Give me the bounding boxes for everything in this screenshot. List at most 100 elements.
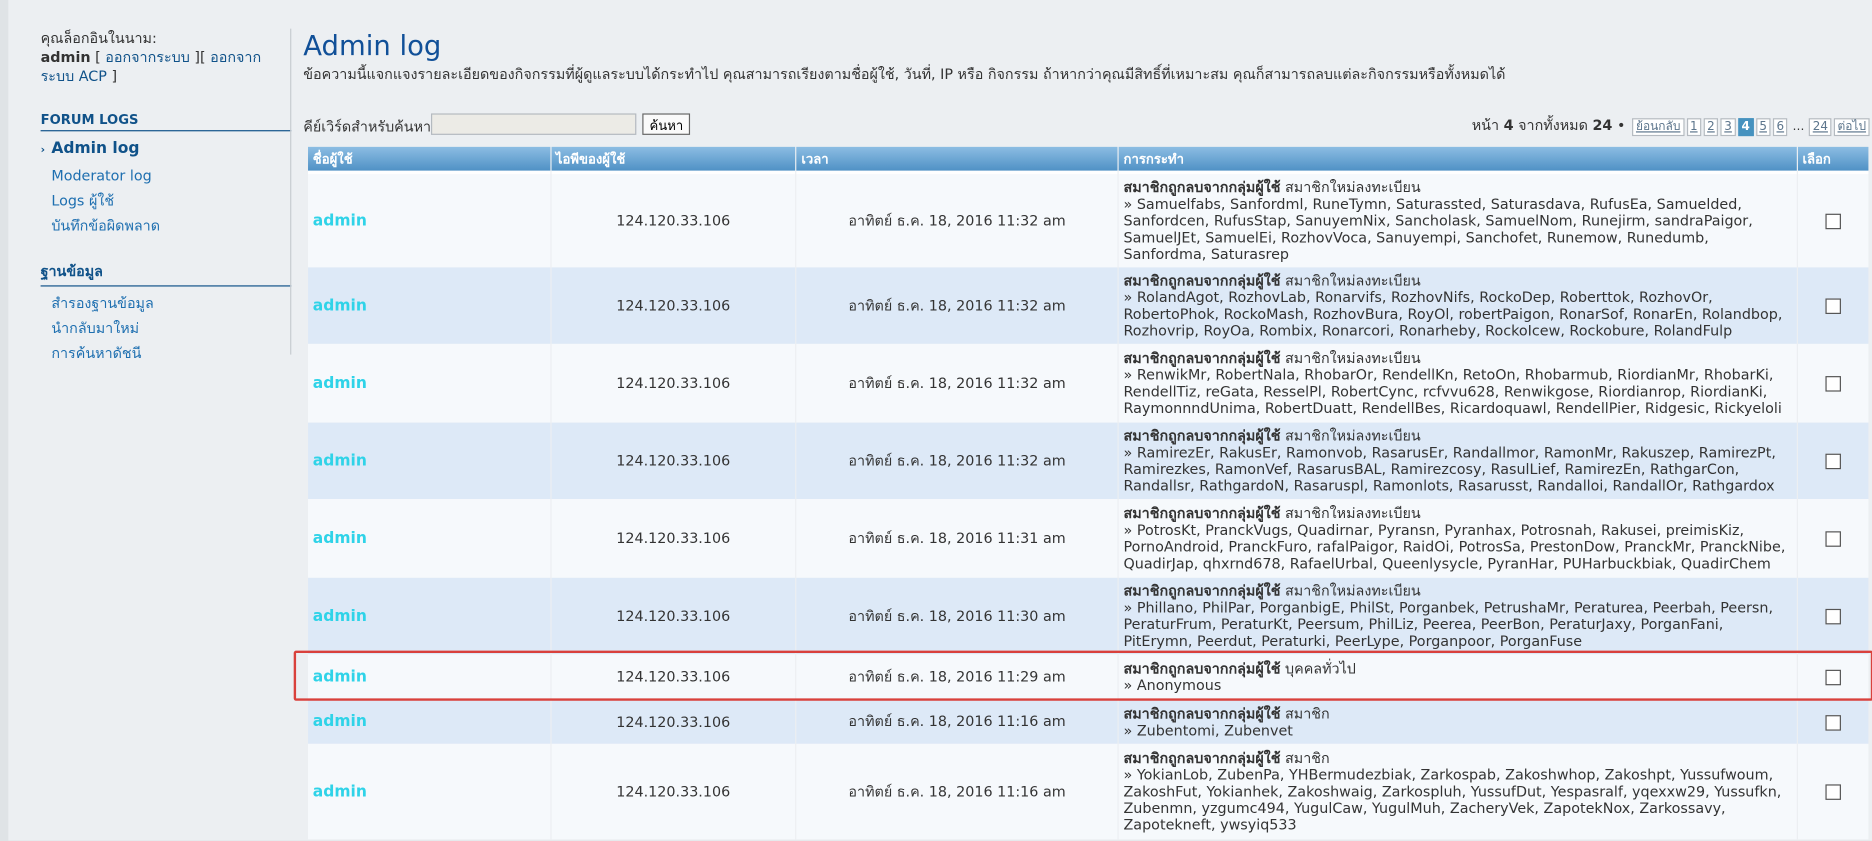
login-info: คุณล็อกอินในนาม: admin [ ออกจากระบบ ][ อ…	[41, 29, 292, 86]
table-row: admin 124.120.33.106 อาทิตย์ ธ.ค. 18, 20…	[308, 499, 1869, 578]
row-action: สมาชิกถูกลบจากกลุ่มผู้ใช้ สมาชิกใหม่ลงทะ…	[1118, 267, 1797, 344]
row-checkbox[interactable]	[1825, 714, 1841, 731]
log-rows: admin 124.120.33.106 อาทิตย์ ธ.ค. 18, 20…	[308, 174, 1869, 840]
row-time: อาทิตย์ ธ.ค. 18, 2016 11:32 am	[796, 343, 1118, 423]
sidebar-item-restore[interactable]: นำกลับมาใหม่	[41, 316, 292, 341]
row-action: สมาชิกถูกลบจากกลุ่มผู้ใช้ บุคคลทั่วไป » …	[1118, 654, 1797, 700]
logout-link[interactable]: ออกจากระบบ	[105, 49, 190, 66]
table-row: admin 124.120.33.106 อาทิตย์ ธ.ค. 18, 20…	[308, 422, 1869, 500]
row-checkbox[interactable]	[1825, 376, 1841, 392]
sidebar-item-backup[interactable]: สำรองฐานข้อมูล	[41, 291, 292, 316]
row-username[interactable]: admin	[308, 499, 550, 578]
row-checkbox[interactable]	[1825, 669, 1841, 686]
row-username[interactable]: admin	[308, 343, 550, 423]
sidebar-item-search-index[interactable]: การค้นหาดัชนี	[41, 341, 292, 366]
row-select	[1797, 422, 1869, 500]
table-row: admin 124.120.33.106 อาทิตย์ ธ.ค. 18, 20…	[308, 699, 1869, 744]
row-ip: 124.120.33.106	[551, 174, 796, 268]
chevron-right-icon: ›	[40, 144, 46, 157]
pagination-of: จากทั้งหมด	[1518, 117, 1588, 134]
pagination-next[interactable]: ต่อไป	[1833, 118, 1870, 137]
row-action-title: สมาชิกถูกลบจากกลุ่มผู้ใช้	[1123, 749, 1281, 767]
row-ip: 124.120.33.106	[551, 743, 796, 840]
row-username[interactable]: admin	[308, 267, 550, 344]
table-row: admin 124.120.33.106 อาทิตย์ ธ.ค. 18, 20…	[308, 343, 1869, 423]
table-row: admin 124.120.33.106 อาทิตย์ ธ.ค. 18, 20…	[308, 743, 1869, 840]
row-select	[1797, 343, 1869, 423]
row-checkbox[interactable]	[1825, 453, 1841, 470]
row-time: อาทิตย์ ธ.ค. 18, 2016 11:32 am	[796, 267, 1118, 344]
column-header-username[interactable]: ชื่อผู้ใช้	[308, 146, 550, 175]
row-action-title: สมาชิกถูกลบจากกลุ่มผู้ใช้	[1123, 660, 1281, 677]
search-input[interactable]	[430, 113, 637, 135]
row-ip: 124.120.33.106	[551, 499, 796, 578]
pagination-page-6[interactable]: 6	[1772, 118, 1788, 137]
sidebar-item-moderator-log[interactable]: Moderator log	[41, 164, 292, 189]
row-checkbox[interactable]	[1825, 608, 1841, 625]
menu-forum-logs: FORUM LOGS › Admin log Moderator log Logs…	[40, 112, 292, 239]
row-action-group: สมาชิกใหม่ลงทะเบียน	[1285, 179, 1421, 196]
row-action: สมาชิกถูกลบจากกลุ่มผู้ใช้ สมาชิก » Zuben…	[1118, 699, 1797, 744]
stage: คุณล็อกอินในนาม: admin [ ออกจากระบบ ][ อ…	[0, 0, 1872, 841]
row-select	[1797, 743, 1869, 840]
pagination-ellipsis: …	[1792, 120, 1805, 134]
pagination-page-3[interactable]: 3	[1720, 118, 1736, 137]
row-action-detail: » RenwikMr, RobertNala, RhobarOr, Rendel…	[1123, 366, 1782, 417]
search-label: คีย์เวิร์ดสำหรับค้นหา:	[303, 118, 436, 135]
row-action-title: สมาชิกถูกลบจากกลุ่มผู้ใช้	[1123, 179, 1281, 196]
row-action-group: สมาชิกใหม่ลงทะเบียน	[1285, 272, 1421, 289]
row-time: อาทิตย์ ธ.ค. 18, 2016 11:29 am	[796, 654, 1118, 700]
menu-database: ฐานข้อมูล สำรองฐานข้อมูล นำกลับมาใหม่ กา…	[40, 260, 292, 366]
pagination-page-5[interactable]: 5	[1755, 118, 1771, 137]
page-description: ข้อความนี้แจกแจงรายละเอียดของกิจกรรมที่ผ…	[303, 65, 1506, 83]
row-action-detail: » PotrosKt, PranckVugs, Quadirnar, Pyran…	[1123, 521, 1786, 572]
column-header-action[interactable]: การกระทำ	[1118, 146, 1797, 175]
column-header-time[interactable]: เวลา	[796, 146, 1118, 175]
pagination-page-24[interactable]: 24	[1809, 118, 1832, 137]
row-select	[1797, 577, 1869, 655]
row-action-detail: » RamirezEr, RakusEr, Ramonvob, RasarusE…	[1123, 444, 1776, 495]
table-header-row: ชื่อผู้ใช้ ไอพีของผู้ใช้ เวลา การกระทำ เ…	[308, 146, 1869, 175]
row-select	[1797, 699, 1869, 744]
row-action: สมาชิกถูกลบจากกลุ่มผู้ใช้ สมาชิกใหม่ลงทะ…	[1118, 499, 1797, 578]
pagination-page-2[interactable]: 2	[1703, 118, 1719, 137]
pagination-prev[interactable]: ย้อนกลับ	[1632, 118, 1685, 137]
table-row: admin 124.120.33.106 อาทิตย์ ธ.ค. 18, 20…	[308, 654, 1869, 700]
menu-heading-forum-logs: FORUM LOGS	[40, 112, 292, 132]
row-action-group: บุคคลทั่วไป	[1285, 660, 1356, 677]
row-action-detail: » Zubentomi, Zubenvet	[1123, 721, 1293, 739]
pagination-page-1[interactable]: 1	[1686, 118, 1702, 137]
row-checkbox[interactable]	[1825, 298, 1841, 314]
row-action-detail: » Anonymous	[1123, 676, 1222, 694]
row-action-title: สมาชิกถูกลบจากกลุ่มผู้ใช้	[1123, 704, 1281, 722]
pagination-bullet: •	[1616, 117, 1626, 134]
row-checkbox[interactable]	[1825, 531, 1841, 547]
row-action: สมาชิกถูกลบจากกลุ่มผู้ใช้ สมาชิกใหม่ลงทะ…	[1118, 422, 1797, 500]
row-action-group: สมาชิกใหม่ลงทะเบียน	[1285, 349, 1421, 367]
row-username[interactable]: admin	[308, 699, 550, 744]
sidebar: คุณล็อกอินในนาม: admin [ ออกจากระบบ ][ อ…	[40, 29, 292, 367]
row-select	[1797, 174, 1869, 268]
table-row: admin 124.120.33.106 อาทิตย์ ธ.ค. 18, 20…	[308, 577, 1869, 655]
sidebar-item-error-log[interactable]: บันทึกข้อผิดพลาด	[41, 214, 292, 239]
row-time: อาทิตย์ ธ.ค. 18, 2016 11:32 am	[796, 174, 1118, 268]
row-ip: 124.120.33.106	[551, 343, 796, 423]
sidebar-item-admin-log[interactable]: › Admin log	[41, 136, 292, 163]
row-username[interactable]: admin	[308, 743, 550, 840]
row-ip: 124.120.33.106	[551, 654, 796, 700]
row-username[interactable]: admin	[308, 422, 550, 500]
row-username[interactable]: admin	[308, 654, 550, 700]
sidebar-item-user-logs[interactable]: Logs ผู้ใช้	[41, 189, 292, 214]
row-username[interactable]: admin	[308, 174, 550, 268]
row-action-detail: » RolandAgot, RozhovLab, Ronarvifs, Rozh…	[1123, 288, 1783, 340]
column-header-ip[interactable]: ไอพีของผู้ใช้	[551, 146, 796, 175]
row-time: อาทิตย์ ธ.ค. 18, 2016 11:16 am	[796, 699, 1118, 744]
row-action-group: สมาชิก	[1285, 749, 1330, 767]
search-button[interactable]: ค้นหา	[642, 113, 691, 135]
row-action-detail: » YokianLob, ZubenPa, YHBermudezbiak, Za…	[1123, 766, 1782, 834]
row-action-title: สมาชิกถูกลบจากกลุ่มผู้ใช้	[1123, 272, 1281, 289]
row-action-group: สมาชิก	[1285, 704, 1330, 722]
row-checkbox[interactable]	[1825, 784, 1841, 800]
row-username[interactable]: admin	[308, 577, 550, 655]
row-checkbox[interactable]	[1825, 213, 1841, 230]
